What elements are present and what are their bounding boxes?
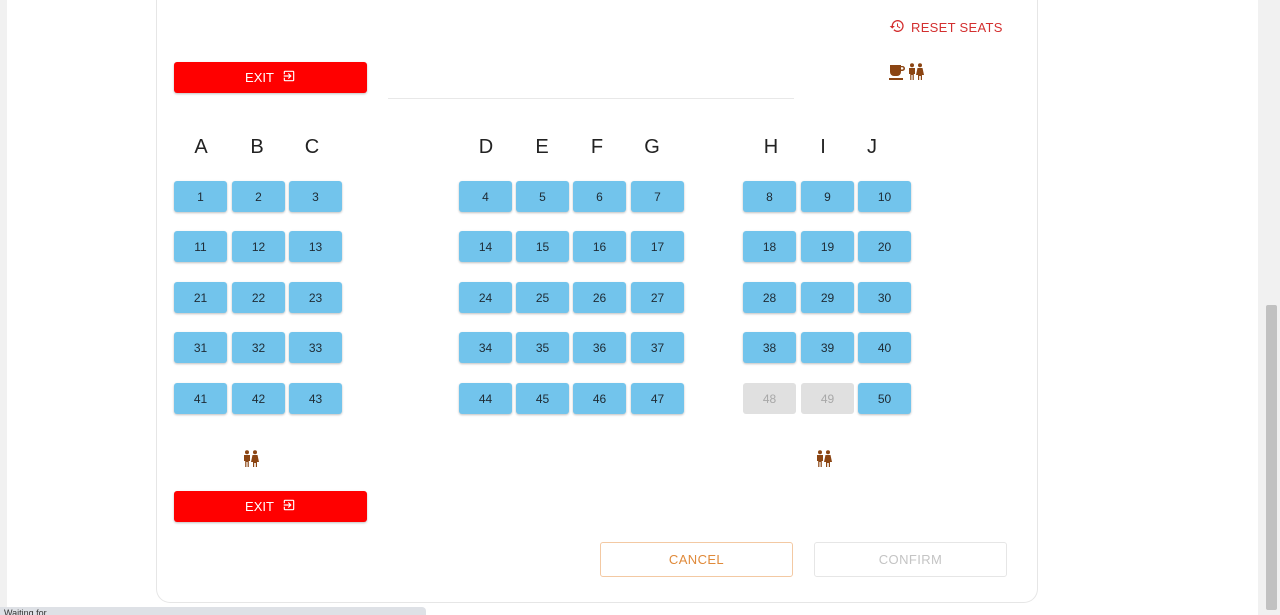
seat-8[interactable]: 8 — [743, 181, 796, 212]
seat-7[interactable]: 7 — [631, 181, 684, 212]
seat-24[interactable]: 24 — [459, 282, 512, 313]
column-label: E — [535, 136, 549, 158]
seat-4[interactable]: 4 — [459, 181, 512, 212]
seat-6[interactable]: 6 — [573, 181, 626, 212]
confirm-button[interactable]: CONFIRM — [814, 542, 1007, 577]
seat-34[interactable]: 34 — [459, 332, 512, 363]
coffee-icon — [889, 63, 905, 81]
column-label: I — [820, 136, 826, 158]
vertical-scrollbar[interactable] — [1263, 0, 1280, 615]
column-label: D — [478, 136, 494, 158]
seat-43[interactable]: 43 — [289, 383, 342, 414]
seat-31[interactable]: 31 — [174, 332, 227, 363]
column-label: J — [867, 136, 877, 158]
seat-36[interactable]: 36 — [573, 332, 626, 363]
exit-top-button[interactable]: EXIT — [174, 62, 367, 93]
seat-26[interactable]: 26 — [573, 282, 626, 313]
restroom-icon — [243, 450, 259, 473]
seat-29[interactable]: 29 — [801, 282, 854, 313]
seat-46[interactable]: 46 — [573, 383, 626, 414]
seat-22[interactable]: 22 — [232, 282, 285, 313]
seat-48: 48 — [743, 383, 796, 414]
exit-bottom-button[interactable]: EXIT — [174, 491, 367, 522]
seat-35[interactable]: 35 — [516, 332, 569, 363]
seat-3[interactable]: 3 — [289, 181, 342, 212]
seat-49: 49 — [801, 383, 854, 414]
seat-9[interactable]: 9 — [801, 181, 854, 212]
seat-32[interactable]: 32 — [232, 332, 285, 363]
seat-44[interactable]: 44 — [459, 383, 512, 414]
exit-to-app-icon — [282, 69, 296, 86]
seat-2[interactable]: 2 — [232, 181, 285, 212]
seat-11[interactable]: 11 — [174, 231, 227, 262]
seat-30[interactable]: 30 — [858, 282, 911, 313]
column-label: B — [250, 136, 264, 158]
seat-19[interactable]: 19 — [801, 231, 854, 262]
seat-23[interactable]: 23 — [289, 282, 342, 313]
seat-5[interactable]: 5 — [516, 181, 569, 212]
seat-18[interactable]: 18 — [743, 231, 796, 262]
column-label: F — [590, 136, 604, 158]
amenities — [889, 63, 924, 81]
column-label: G — [644, 136, 660, 158]
seat-12[interactable]: 12 — [232, 231, 285, 262]
seat-39[interactable]: 39 — [801, 332, 854, 363]
seat-13[interactable]: 13 — [289, 231, 342, 262]
seat-14[interactable]: 14 — [459, 231, 512, 262]
seat-33[interactable]: 33 — [289, 332, 342, 363]
seat-45[interactable]: 45 — [516, 383, 569, 414]
scrollbar-thumb[interactable] — [1266, 305, 1277, 610]
seat-1[interactable]: 1 — [174, 181, 227, 212]
restroom-icon — [908, 63, 924, 81]
seat-17[interactable]: 17 — [631, 231, 684, 262]
seat-25[interactable]: 25 — [516, 282, 569, 313]
seat-10[interactable]: 10 — [858, 181, 911, 212]
seat-20[interactable]: 20 — [858, 231, 911, 262]
divider — [388, 98, 794, 99]
seat-38[interactable]: 38 — [743, 332, 796, 363]
seat-40[interactable]: 40 — [858, 332, 911, 363]
seat-50[interactable]: 50 — [858, 383, 911, 414]
status-text: Waiting for ... — [4, 608, 57, 615]
history-icon — [889, 18, 905, 37]
reset-seats-button[interactable]: RESET SEATS — [889, 17, 1003, 37]
cancel-button[interactable]: CANCEL — [600, 542, 793, 577]
column-label: H — [763, 136, 779, 158]
exit-to-app-icon — [282, 498, 296, 515]
seat-15[interactable]: 15 — [516, 231, 569, 262]
seat-37[interactable]: 37 — [631, 332, 684, 363]
seat-21[interactable]: 21 — [174, 282, 227, 313]
reset-seats-label: RESET SEATS — [911, 19, 1003, 35]
column-label: A — [194, 136, 208, 158]
status-bar: Waiting for ... — [0, 607, 426, 615]
seat-47[interactable]: 47 — [631, 383, 684, 414]
exit-top-label: EXIT — [245, 70, 274, 85]
seat-28[interactable]: 28 — [743, 282, 796, 313]
restroom-icon — [816, 450, 832, 473]
seat-42[interactable]: 42 — [232, 383, 285, 414]
seat-16[interactable]: 16 — [573, 231, 626, 262]
seat-41[interactable]: 41 — [174, 383, 227, 414]
seat-27[interactable]: 27 — [631, 282, 684, 313]
exit-bottom-label: EXIT — [245, 499, 274, 514]
column-label: C — [304, 136, 320, 158]
